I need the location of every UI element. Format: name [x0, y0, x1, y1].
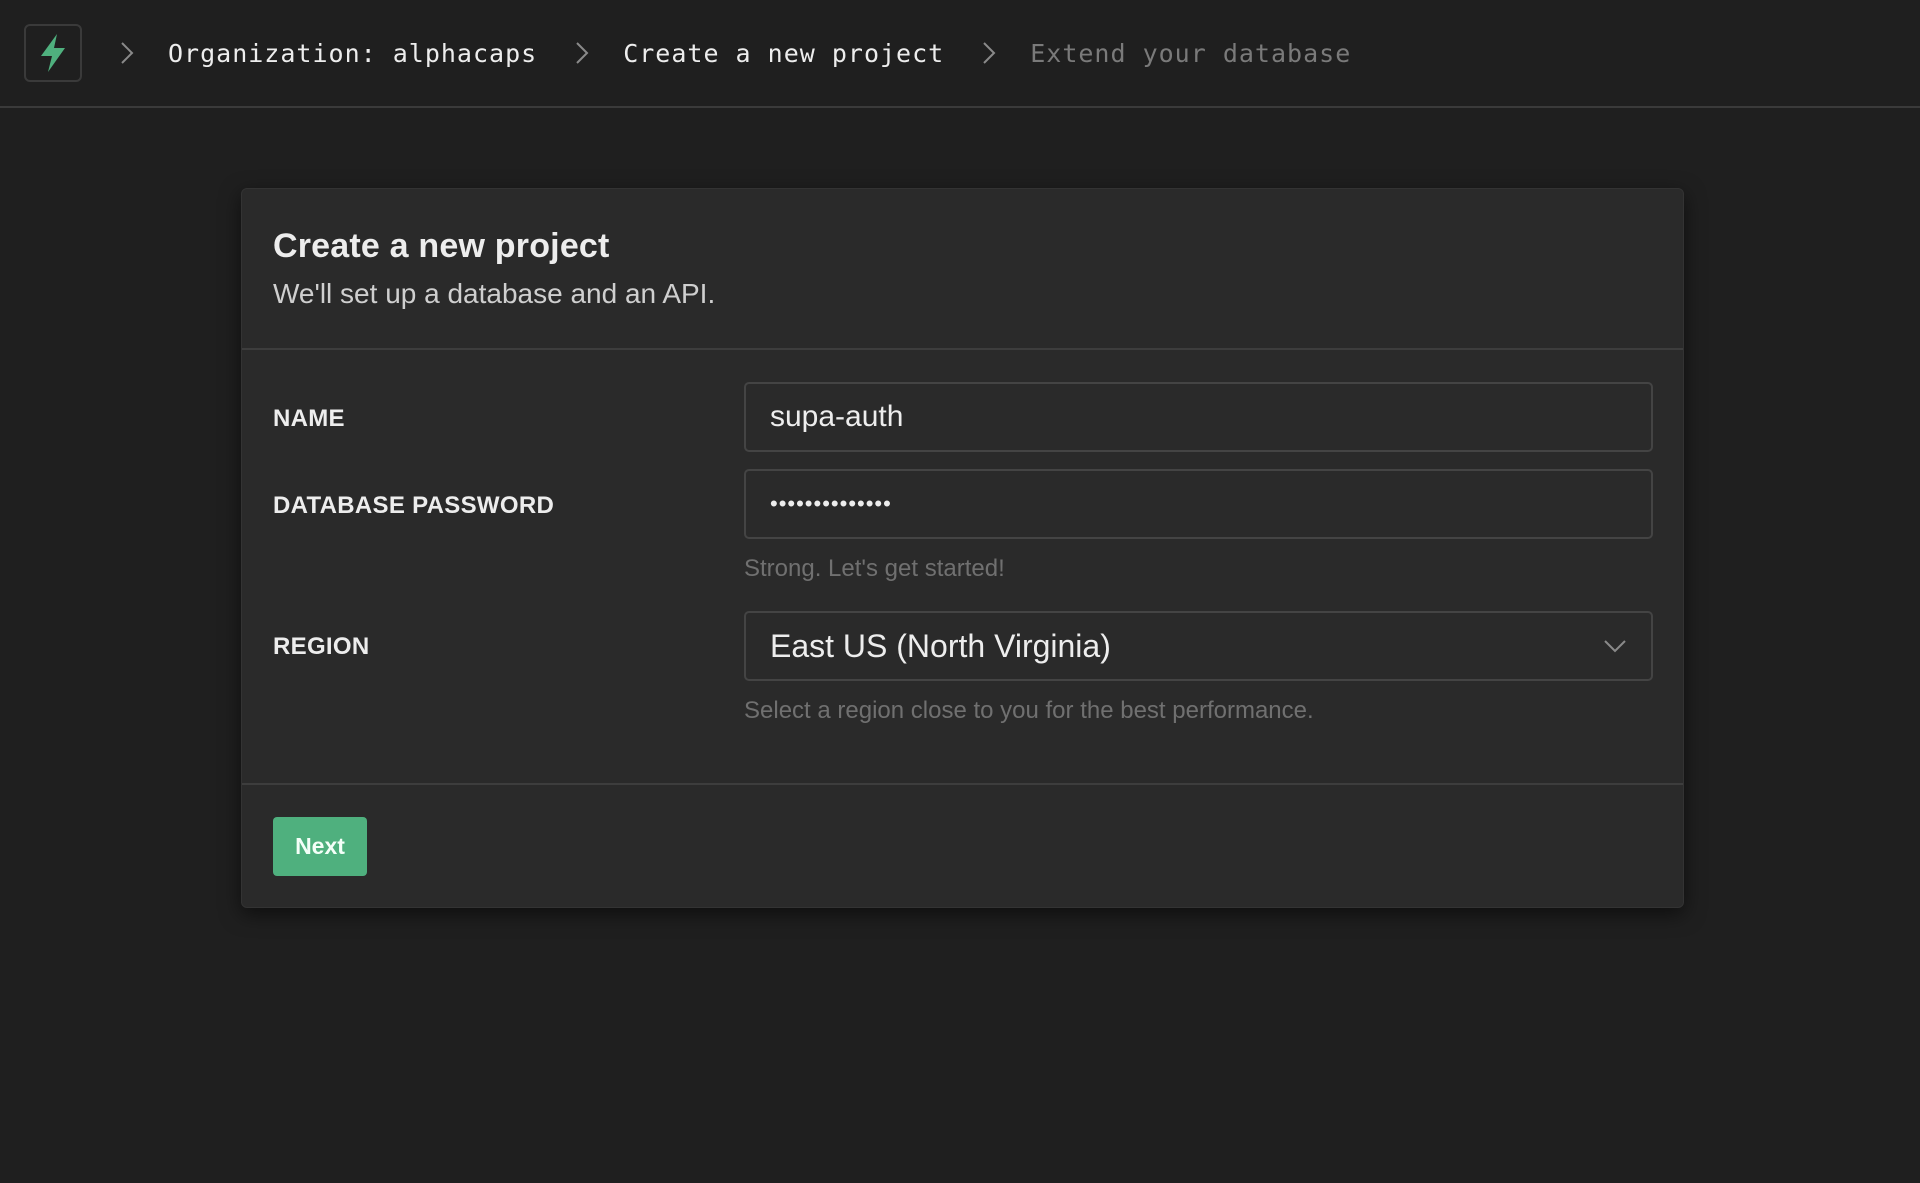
- home-logo-button[interactable]: [24, 24, 82, 82]
- region-label: REGION: [273, 633, 370, 660]
- card-header: Create a new project We'll set up a data…: [242, 189, 1683, 350]
- name-label: NAME: [273, 405, 345, 432]
- chevron-right-icon: [565, 41, 599, 65]
- region-hint: Select a region close to you for the bes…: [744, 697, 1314, 724]
- breadcrumb-extend-database: Extend your database: [1030, 38, 1352, 68]
- next-button[interactable]: Next: [273, 817, 367, 876]
- chevron-right-icon: [972, 41, 1006, 65]
- region-selected-value: East US (North Virginia): [770, 627, 1111, 664]
- page-title: Create a new project: [273, 227, 610, 265]
- region-select[interactable]: East US (North Virginia): [744, 611, 1653, 681]
- database-password-input[interactable]: [744, 469, 1653, 539]
- breadcrumb-organization[interactable]: Organization: alphacaps: [168, 39, 537, 68]
- top-navigation-bar: Organization: alphacaps Create a new pro…: [0, 0, 1920, 108]
- chevron-right-icon: [110, 41, 144, 65]
- page-subtitle: We'll set up a database and an API.: [273, 278, 716, 309]
- project-form: NAME DATABASE PASSWORD Strong. Let's get…: [242, 350, 1683, 785]
- password-strength-hint: Strong. Let's get started!: [744, 555, 1005, 582]
- breadcrumb-create-project[interactable]: Create a new project: [623, 39, 944, 68]
- chevron-down-icon: [1604, 640, 1626, 653]
- lightning-bolt-icon: [41, 34, 65, 72]
- card-footer: Next: [242, 785, 1683, 907]
- create-project-card: Create a new project We'll set up a data…: [241, 188, 1684, 908]
- name-input[interactable]: [744, 382, 1653, 452]
- database-password-label: DATABASE PASSWORD: [273, 492, 555, 519]
